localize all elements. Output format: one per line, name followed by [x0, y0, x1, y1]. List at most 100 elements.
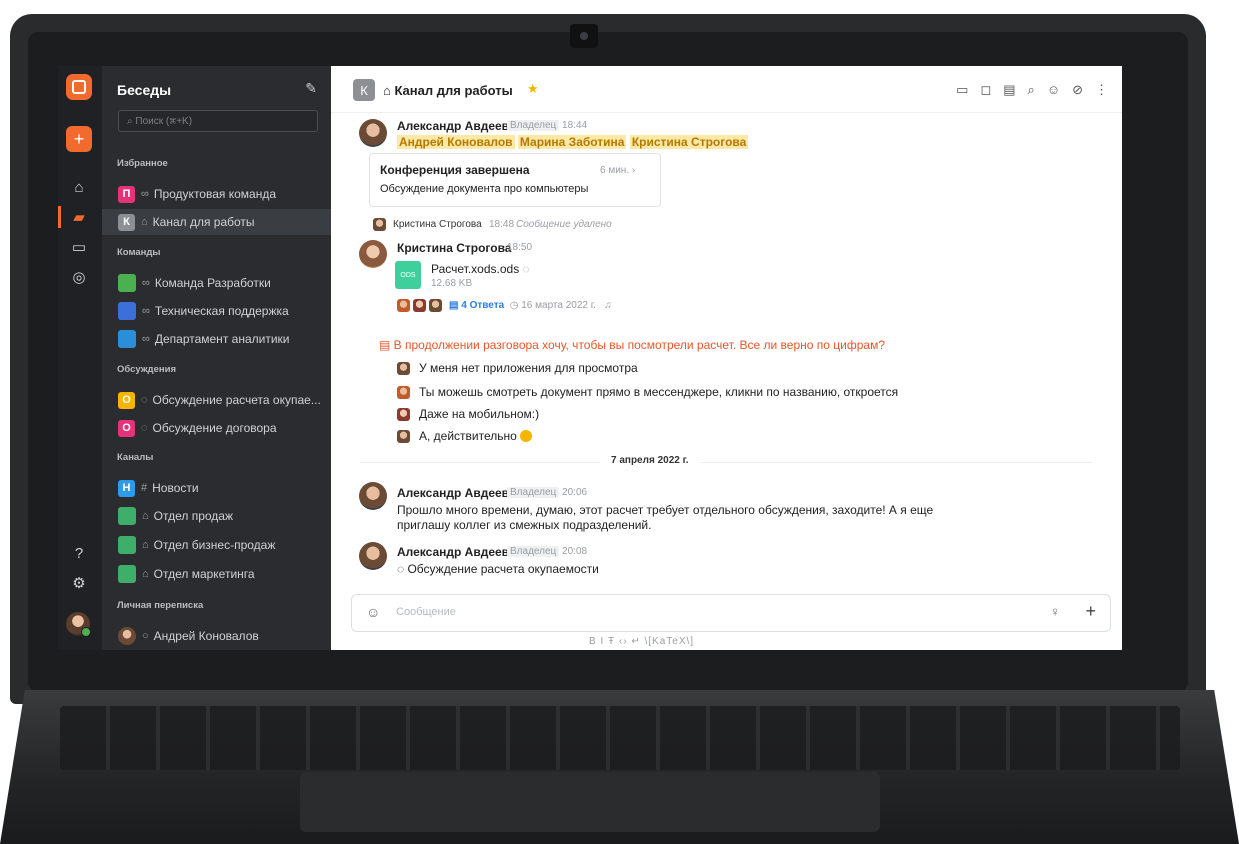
hash-icon: #	[141, 482, 148, 494]
sidebar-item-payback-discussion[interactable]: О ◌ Обсуждение расчета окупае...	[102, 387, 331, 413]
message-author[interactable]: Александр Авдеев	[397, 545, 509, 559]
trackpad	[300, 772, 880, 832]
lock-icon: ⌂	[142, 568, 149, 580]
mention[interactable]: Кристина Строгова	[629, 135, 749, 149]
search-input[interactable]: ⌕ Поиск (⌘+K)	[118, 110, 318, 132]
message-author[interactable]: Александр Авдеев	[397, 486, 509, 500]
emoji-icon[interactable]: ☺	[366, 604, 380, 620]
lock-icon: ⌂	[141, 216, 148, 228]
date-divider	[361, 462, 1092, 463]
message-meta: Владелец 20:06	[507, 487, 587, 498]
replies-link[interactable]: ▤ 4 Ответа	[449, 300, 504, 311]
discussion-icon: ◌	[141, 394, 148, 406]
globe-icon[interactable]: ◎	[66, 264, 92, 290]
thread-question[interactable]: ▤ В продолжении разговора хочу, чтобы вы…	[379, 338, 885, 352]
search-placeholder: Поиск (⌘+K)	[135, 116, 193, 127]
date-label: 7 апреля 2022 г.	[599, 455, 701, 466]
message-author[interactable]: Александр Авдеев	[397, 119, 509, 133]
lock-icon: ⌂	[383, 83, 395, 98]
message-input[interactable]: Сообщение	[396, 606, 456, 618]
bell-icon[interactable]: ♫	[604, 300, 612, 311]
sidebar-item-dev-team[interactable]: ∞ Команда Разработки	[102, 270, 331, 296]
deleted-text: Сообщение удалено	[516, 219, 612, 230]
sidebar-item-product-team[interactable]: П ∞ Продуктовая команда	[102, 181, 331, 207]
sidebar-item-analytics[interactable]: ∞ Департамент аналитики	[102, 326, 331, 352]
file-size: 12.68 KB	[431, 278, 473, 289]
user-avatar[interactable]	[66, 612, 91, 637]
header-actions: ▭ ◻ ▤ ⌕ ☺ ⊘ ⋮	[956, 82, 1108, 98]
section-favorites: Избранное	[117, 158, 168, 169]
threads-icon[interactable]: ▤	[1003, 82, 1015, 98]
message-author[interactable]: Кристина Строгова	[397, 241, 511, 255]
app-screen: + ⌂ ▰ ▭ ◎ ? ⚙ Беседы ✎ ⌕ Поиск (⌘+K) Изб…	[58, 66, 1122, 650]
star-icon[interactable]: ★	[527, 81, 539, 97]
thread-reply: У меня нет приложения для просмотра	[419, 361, 638, 375]
reply-date: 16 марта 2022 г.	[521, 300, 596, 311]
add-icon[interactable]: +	[66, 126, 92, 152]
app-logo-icon[interactable]	[66, 74, 92, 100]
discussions-icon[interactable]: ◻	[980, 82, 991, 98]
attachments-icon[interactable]: ⊘	[1072, 82, 1083, 98]
video-call-icon[interactable]: ▭	[956, 82, 968, 98]
sidebar-item-label: Новости	[152, 481, 199, 495]
more-icon[interactable]: ⋮	[1095, 82, 1108, 98]
message-time: 18:44	[562, 120, 588, 131]
avatar	[397, 430, 410, 443]
role-badge: Владелец	[507, 546, 560, 557]
home-icon[interactable]: ⌂	[66, 174, 92, 200]
chip-avatar: О	[118, 419, 135, 437]
mentions-line: Андрей Коновалов Марина Заботина Кристин…	[397, 135, 749, 149]
video-icon[interactable]: ▭	[66, 234, 92, 260]
sidebar-item-andrey[interactable]: ○ Андрей Коновалов	[102, 623, 331, 649]
mention[interactable]: Марина Заботина	[517, 135, 627, 149]
team-avatar-icon	[118, 565, 136, 583]
microphone-icon[interactable]: ♀	[1050, 604, 1060, 619]
app-rail: + ⌂ ▰ ▭ ◎ ? ⚙	[58, 66, 102, 650]
channel-header: К ⌂ Канал для работы ★ ▭ ◻ ▤ ⌕ ☺ ⊘ ⋮	[331, 66, 1122, 113]
file-name[interactable]: Расчет.xods.ods ◌	[431, 262, 530, 276]
active-indicator	[58, 206, 61, 228]
sidebar-item-label: Андрей Коновалов	[153, 629, 259, 643]
format-toolbar[interactable]: B I Ŧ ‹› ↵ \[KaTeX\]	[589, 636, 694, 647]
replies-count: 4 Ответа	[461, 300, 505, 311]
mention[interactable]: Андрей Коновалов	[397, 135, 515, 149]
sidebar-item-label: Техническая поддержка	[154, 304, 289, 318]
sidebar-item-contract-discussion[interactable]: О ◌ Обсуждение договора	[102, 415, 331, 441]
members-icon[interactable]: ☺	[1047, 82, 1060, 98]
thread-reply: А, действительно	[419, 429, 517, 443]
sidebar-item-label: Департамент аналитики	[154, 332, 290, 346]
card-text: Обсуждение документа про компьютеры	[380, 183, 589, 195]
discussion-link[interactable]: ◌ Обсуждение расчета окупаемости	[397, 562, 599, 576]
participant-avatar	[413, 299, 426, 312]
sidebar-item-news[interactable]: Н # Новости	[102, 475, 331, 501]
avatar	[397, 386, 410, 399]
avatar	[359, 119, 387, 147]
comment-icon: ◌	[522, 262, 530, 276]
help-icon[interactable]: ?	[66, 540, 92, 566]
compose-icon[interactable]: ✎	[305, 80, 317, 97]
team-avatar-icon	[118, 507, 136, 525]
search-icon[interactable]: ⌕	[1028, 82, 1035, 98]
webcam	[570, 24, 598, 48]
sidebar-item-work-channel[interactable]: К ⌂ Канал для работы	[102, 209, 331, 235]
spreadsheet-file-icon[interactable]: ODS	[395, 261, 421, 289]
message-text: приглашу коллег из смежных подразделений…	[397, 518, 652, 532]
discussion-link-text: Обсуждение расчета окупаемости	[407, 562, 599, 576]
sidebar-item-biz-sales[interactable]: ⌂ Отдел бизнес-продаж	[102, 532, 331, 558]
role-badge: Владелец	[507, 487, 560, 498]
message-composer[interactable]: ☺ Сообщение ♀ +	[351, 594, 1111, 632]
avatar	[118, 627, 136, 645]
sidebar-item-sales[interactable]: ⌂ Отдел продаж	[102, 503, 331, 529]
avatar	[373, 218, 386, 231]
settings-icon[interactable]: ⚙	[66, 570, 92, 596]
chat-icon[interactable]: ▰	[66, 204, 92, 230]
conference-card[interactable]: Конференция завершена 6 мин. › Обсуждени…	[369, 153, 661, 207]
sidebar-item-support[interactable]: ∞ Техническая поддержка	[102, 298, 331, 324]
message-author[interactable]: Кристина Строгова	[393, 219, 482, 230]
thread-reply-row: А, действительно	[419, 429, 533, 443]
attach-plus-icon[interactable]: +	[1085, 601, 1096, 622]
sidebar-item-label: Команда Разработки	[154, 276, 271, 290]
team-avatar-icon	[118, 302, 136, 320]
chat-main: К ⌂ Канал для работы ★ ▭ ◻ ▤ ⌕ ☺ ⊘ ⋮ Але…	[331, 66, 1122, 650]
sidebar-item-marketing[interactable]: ⌂ Отдел маркетинга	[102, 561, 331, 587]
